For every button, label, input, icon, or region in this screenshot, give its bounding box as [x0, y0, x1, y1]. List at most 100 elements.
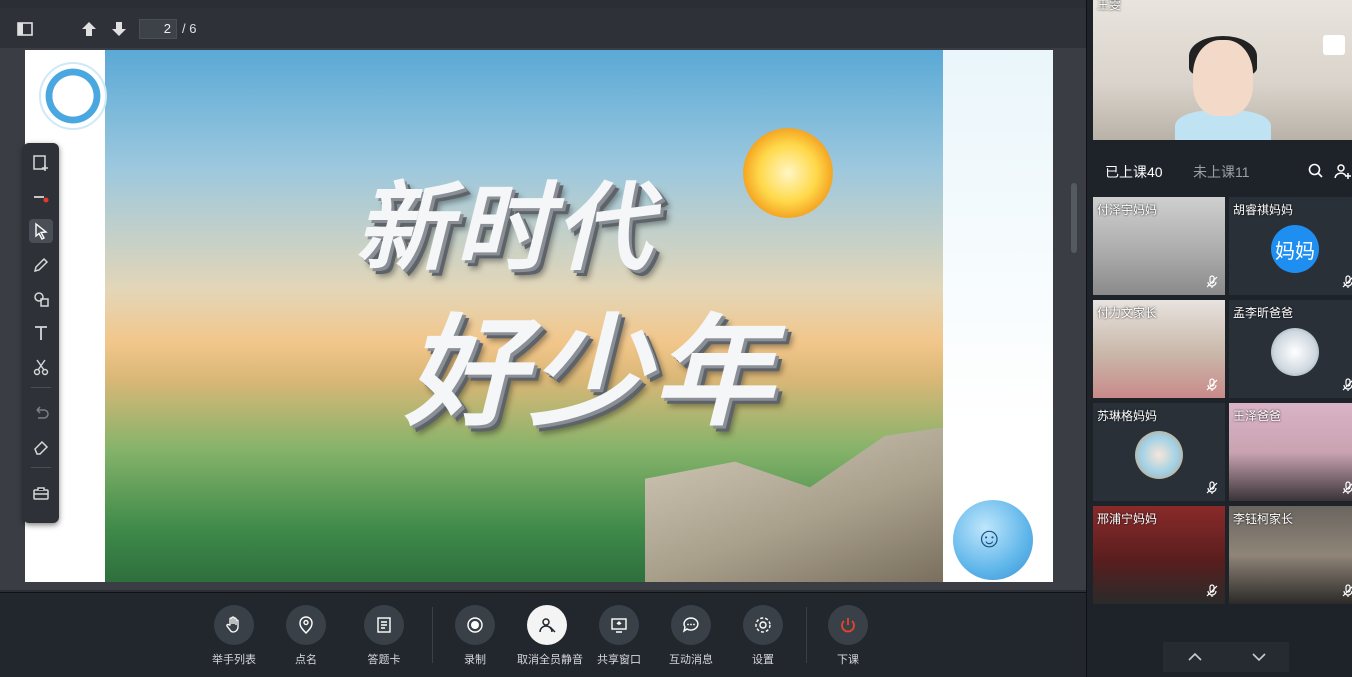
- control-bar: 举手列表 点名 答题卡 录制 取消全员静音 共享窗口 互动消息 设置 下课: [0, 592, 1086, 677]
- mic-muted-icon: [1342, 481, 1352, 494]
- record-icon: [467, 617, 483, 633]
- sun-graphic: [743, 128, 833, 218]
- participants-panel: 王雯 已上课40 未上课11 付泽宇妈妈 妈妈 胡睿祺妈妈 付力文家长 孟李昕爸…: [1086, 0, 1352, 677]
- lamp-graphic: [1323, 35, 1345, 55]
- participant-tile[interactable]: 邢浦宁妈妈: [1093, 506, 1225, 604]
- document-viewer: 新时代 好少年 ☺: [0, 48, 1086, 590]
- teacher-video[interactable]: 王雯: [1093, 0, 1352, 140]
- end-class-label: 下课: [837, 654, 859, 666]
- document-toolbar: 2 / 6: [0, 8, 1086, 48]
- slide: 新时代 好少年 ☺: [25, 50, 1053, 582]
- eraser-icon[interactable]: [29, 435, 53, 459]
- scissors-icon[interactable]: [29, 355, 53, 379]
- gear-icon: [755, 617, 771, 633]
- mic-muted-icon: [1206, 275, 1218, 288]
- avatar: [1135, 431, 1183, 479]
- participant-name: 王泽爸爸: [1233, 409, 1282, 423]
- tab-attended[interactable]: 已上课40: [1105, 162, 1163, 182]
- text-tool-icon[interactable]: [29, 321, 53, 345]
- mic-muted-icon: [1342, 378, 1352, 391]
- annotation-toolbar: [23, 143, 59, 523]
- answer-card-icon: [377, 617, 391, 633]
- answer-card-button[interactable]: 答题卡: [354, 605, 414, 667]
- toolbox-icon[interactable]: [29, 481, 53, 505]
- page-total: / 6: [182, 21, 197, 36]
- participant-tile[interactable]: 李钰柯家长: [1229, 506, 1352, 604]
- select-cursor-icon[interactable]: [29, 219, 53, 243]
- interactive-messages-button[interactable]: 互动消息: [661, 605, 721, 667]
- participant-tile[interactable]: 妈妈 胡睿祺妈妈: [1229, 197, 1352, 295]
- chat-icon: [682, 617, 699, 633]
- participant-pager: [1163, 642, 1289, 672]
- next-page-icon[interactable]: [108, 18, 130, 40]
- chevron-up-icon[interactable]: [1185, 648, 1205, 666]
- add-user-icon[interactable]: [1333, 162, 1351, 180]
- unmute-all-icon: [539, 618, 556, 633]
- slide-title-line1: 新时代: [355, 172, 655, 284]
- vertical-scrollbar[interactable]: [1071, 183, 1077, 253]
- search-icon[interactable]: [1307, 162, 1325, 180]
- participant-tile[interactable]: 付泽宇妈妈: [1093, 197, 1225, 295]
- participant-name: 胡睿祺妈妈: [1233, 203, 1294, 217]
- participant-tile[interactable]: 付力文家长: [1093, 300, 1225, 398]
- control-divider: [432, 607, 433, 663]
- settings-button[interactable]: 设置: [733, 605, 793, 667]
- hand-icon: [226, 616, 239, 633]
- record-label: 录制: [464, 654, 486, 666]
- slide-image: 新时代 好少年: [105, 50, 945, 582]
- main-area: 2 / 6 新时代 好少年 ☺ 举手列表 点名 答题卡 录制 取消全员静音 共享…: [0, 0, 1086, 677]
- control-divider: [806, 607, 807, 663]
- raise-hand-list-button[interactable]: 举手列表: [204, 605, 264, 667]
- mic-muted-icon: [1206, 481, 1218, 494]
- page-number-input[interactable]: 2: [139, 19, 177, 39]
- end-class-button[interactable]: 下课: [818, 605, 878, 667]
- tool-divider: [31, 467, 51, 468]
- participant-name: 付力文家长: [1097, 306, 1158, 320]
- mascot-graphic: ☺: [953, 500, 1033, 580]
- participant-name: 李钰柯家长: [1233, 512, 1294, 526]
- classroom-app: 2 / 6 新时代 好少年 ☺ 举手列表 点名 答题卡 录制 取消全员静音 共享…: [0, 0, 1352, 677]
- mic-muted-icon: [1342, 584, 1352, 597]
- teacher-name: 王雯: [1097, 0, 1122, 12]
- attendance-tabs: 已上课40 未上课11: [1087, 150, 1352, 190]
- title-bar: [0, 0, 1086, 8]
- prev-page-icon[interactable]: [78, 18, 100, 40]
- share-window-button[interactable]: 共享窗口: [589, 605, 649, 667]
- share-window-label: 共享窗口: [597, 654, 641, 666]
- settings-label: 设置: [752, 654, 774, 666]
- teacher-face: [1193, 40, 1253, 116]
- roll-call-button[interactable]: 点名: [276, 605, 336, 667]
- participant-tile[interactable]: 苏琳格妈妈: [1093, 403, 1225, 501]
- laser-pointer-icon[interactable]: [29, 185, 53, 209]
- answer-card-label: 答题卡: [367, 654, 401, 666]
- participant-tile[interactable]: 王泽爸爸: [1229, 403, 1352, 501]
- pen-icon[interactable]: [29, 253, 53, 277]
- roll-call-icon: [299, 616, 313, 634]
- participant-tile[interactable]: 孟李昕爸爸: [1229, 300, 1352, 398]
- avatar: [1271, 328, 1319, 376]
- mic-muted-icon: [1206, 378, 1218, 391]
- slide-title-line2: 好少年: [405, 304, 777, 443]
- participant-name: 付泽宇妈妈: [1097, 203, 1158, 217]
- participant-name: 孟李昕爸爸: [1233, 306, 1294, 320]
- school-logo: [39, 62, 107, 130]
- new-page-icon[interactable]: [29, 151, 53, 175]
- record-button[interactable]: 录制: [445, 605, 505, 667]
- sidebar-toggle-icon[interactable]: [14, 18, 36, 40]
- unmute-all-button[interactable]: 取消全员静音: [517, 605, 583, 667]
- avatar: 妈妈: [1271, 225, 1319, 273]
- undo-icon[interactable]: [29, 401, 53, 425]
- chevron-down-icon[interactable]: [1249, 648, 1269, 666]
- roll-call-label: 点名: [295, 654, 317, 666]
- share-window-icon: [611, 618, 627, 633]
- tool-divider: [31, 387, 51, 388]
- mic-muted-icon: [1342, 275, 1352, 288]
- interactive-messages-label: 互动消息: [669, 654, 713, 666]
- shapes-icon[interactable]: [29, 287, 53, 311]
- raise-hand-list-label: 举手列表: [212, 654, 256, 666]
- participant-name: 邢浦宁妈妈: [1097, 512, 1158, 526]
- mascot-face-icon: ☺: [975, 522, 1004, 553]
- tab-absent[interactable]: 未上课11: [1193, 162, 1250, 182]
- unmute-all-label: 取消全员静音: [517, 654, 583, 666]
- power-icon: [841, 618, 855, 633]
